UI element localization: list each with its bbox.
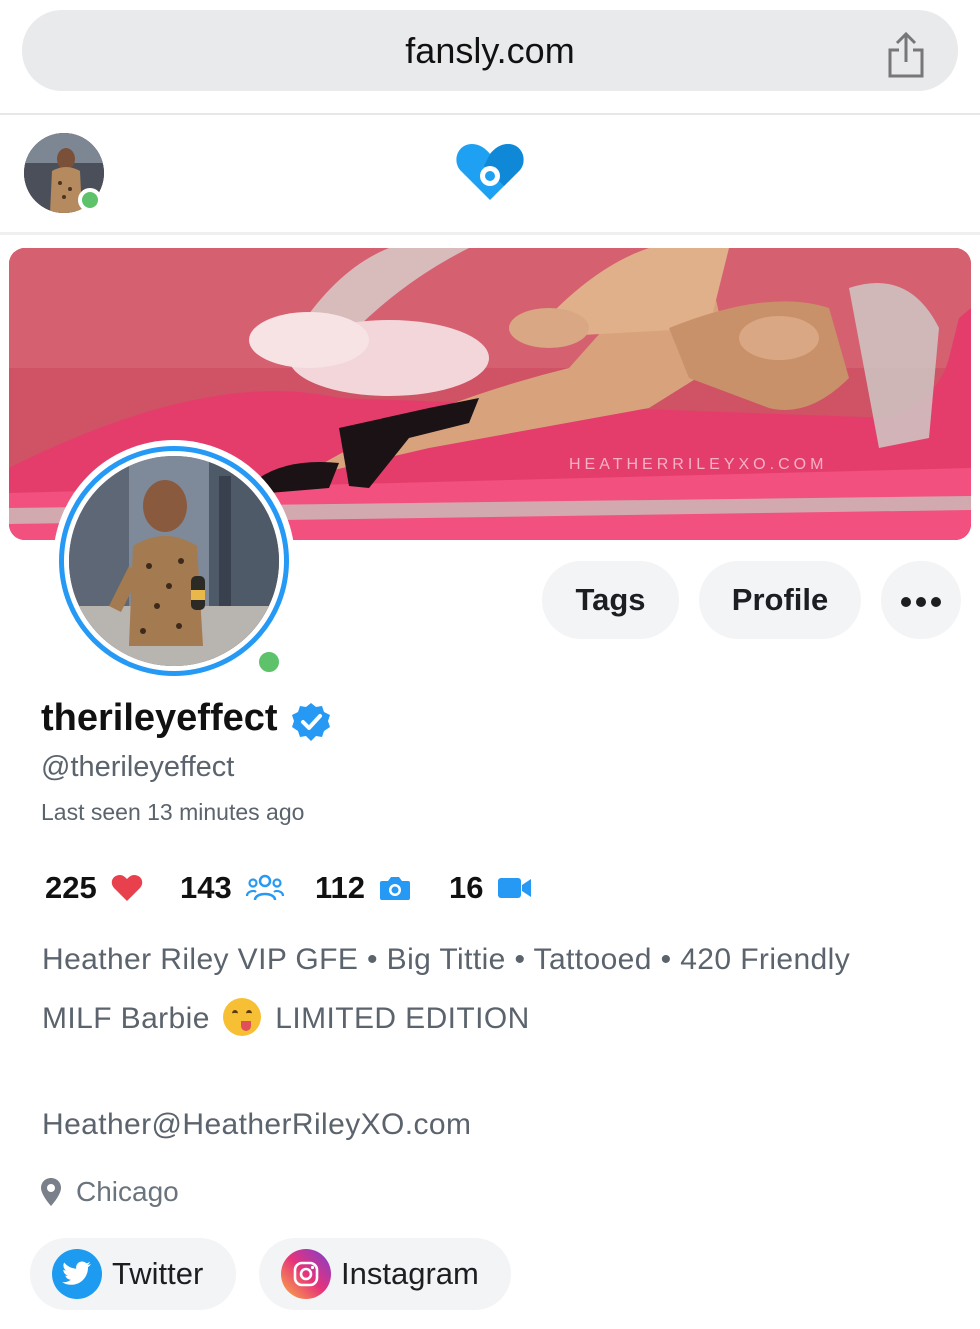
- online-indicator: [254, 647, 284, 677]
- users-group-icon: [245, 874, 284, 901]
- profile-button[interactable]: Profile: [699, 561, 861, 639]
- username-handle: @therileyeffect: [41, 751, 235, 783]
- videos-stat: 16: [449, 868, 533, 908]
- subscribers-stat: 143: [180, 868, 284, 908]
- camera-icon: [380, 877, 411, 900]
- twitter-link[interactable]: Twitter: [30, 1238, 236, 1310]
- online-indicator: [78, 188, 102, 212]
- share-icon[interactable]: [886, 30, 926, 80]
- divider: [0, 113, 980, 115]
- banner-watermark: HEATHERRILEYXO.COM: [569, 456, 828, 473]
- savoring-food-emoji-icon: [222, 998, 261, 1036]
- more-options-button[interactable]: [881, 561, 961, 639]
- location: Chicago: [40, 1172, 179, 1212]
- fansly-logo-icon[interactable]: [454, 140, 526, 204]
- last-seen-status: Last seen 13 minutes ago: [41, 799, 305, 825]
- likes-stat: 225: [45, 868, 143, 908]
- bio-text: LIMITED EDITION: [275, 1002, 530, 1035]
- bio-text: MILF Barbie: [42, 1002, 210, 1035]
- photos-stat: 112: [315, 868, 411, 908]
- bio-email: Heather@HeatherRileyXO.com: [42, 1108, 472, 1141]
- videos-count: 16: [449, 870, 484, 905]
- photos-count: 112: [315, 870, 366, 905]
- heart-icon: [111, 875, 142, 901]
- display-name: therileyeffect: [41, 697, 278, 739]
- video-camera-icon: [498, 878, 532, 898]
- instagram-link[interactable]: Instagram: [259, 1238, 511, 1310]
- bio-line: Heather Riley VIP GFE • Big Tittie • Tat…: [42, 943, 851, 976]
- more-dots-icon: [901, 596, 941, 607]
- location-pin-icon: [41, 1178, 61, 1206]
- subscribers-count: 143: [180, 870, 232, 905]
- profile-avatar[interactable]: [53, 440, 295, 682]
- address-bar[interactable]: fansly.com: [22, 10, 958, 91]
- divider: [0, 232, 980, 235]
- instagram-label: Instagram: [341, 1256, 479, 1291]
- location-text: Chicago: [76, 1176, 179, 1207]
- twitter-icon: [52, 1249, 102, 1299]
- verified-badge-icon: [292, 703, 330, 741]
- url-text[interactable]: fansly.com: [22, 10, 958, 91]
- tags-button[interactable]: Tags: [542, 561, 679, 639]
- twitter-label: Twitter: [112, 1256, 204, 1291]
- bio-line: MILF Barbie LIMITED EDITION: [42, 998, 530, 1036]
- instagram-icon: [281, 1249, 331, 1299]
- likes-count: 225: [45, 870, 97, 905]
